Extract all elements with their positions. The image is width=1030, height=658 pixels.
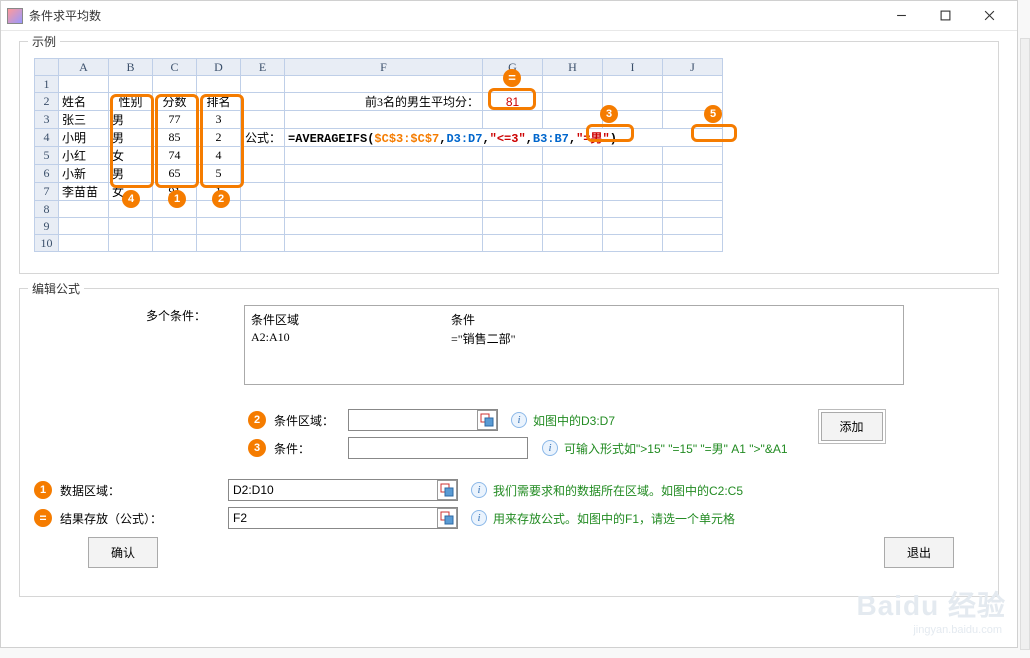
formula-arg: "<=3": [490, 132, 526, 146]
cell-result[interactable]: 81: [483, 93, 543, 111]
cell[interactable]: 1: [197, 183, 241, 201]
cell[interactable]: 小红: [59, 147, 109, 165]
col-header[interactable]: G: [483, 59, 543, 76]
result-input[interactable]: [228, 507, 458, 529]
titlebar: 条件求平均数: [1, 1, 1017, 31]
result-label: 结果存放（公式）：: [60, 510, 220, 527]
maximize-button[interactable]: [923, 2, 967, 30]
cond-range-input[interactable]: [348, 409, 498, 431]
cell[interactable]: 5: [197, 165, 241, 183]
result-hint: 用来存放公式。如图中的F1，请选一个单元格: [493, 510, 735, 527]
col-header[interactable]: E: [241, 59, 285, 76]
cell[interactable]: 74: [153, 147, 197, 165]
cell[interactable]: 3: [197, 111, 241, 129]
range-picker-icon[interactable]: [437, 508, 457, 528]
formula-prefix: =AVERAGEIFS(: [288, 132, 374, 146]
info-icon: i: [471, 482, 487, 498]
cell[interactable]: 男: [109, 111, 153, 129]
col-header[interactable]: D: [197, 59, 241, 76]
col-header[interactable]: B: [109, 59, 153, 76]
info-icon: i: [471, 510, 487, 526]
data-range-hint: 我们需要求和的数据所在区域。如图中的C2:C5: [493, 482, 743, 499]
add-button[interactable]: 添加: [821, 412, 883, 441]
cond-range-label: 条件区域：: [274, 412, 340, 429]
listbox-cell: ="销售二部": [451, 329, 651, 348]
col-header[interactable]: A: [59, 59, 109, 76]
listbox-header: 条件区域: [251, 310, 451, 329]
formula-arg: $C$3:$C$7: [374, 132, 439, 146]
range-picker-icon[interactable]: [437, 480, 457, 500]
badge-2: 2: [248, 411, 266, 429]
formula-cell[interactable]: =AVERAGEIFS($C$3:$C$7,D3:D7,"<=3",B3:B7,…: [285, 129, 723, 147]
confirm-button[interactable]: 确认: [88, 537, 158, 568]
col-header[interactable]: J: [663, 59, 723, 76]
data-range-label: 数据区域：: [60, 482, 220, 499]
cell[interactable]: 女: [109, 147, 153, 165]
formula-suffix: ): [610, 132, 617, 146]
cell[interactable]: 2: [197, 129, 241, 147]
cell[interactable]: 4: [197, 147, 241, 165]
col-header[interactable]: I: [603, 59, 663, 76]
data-range-input[interactable]: [228, 479, 458, 501]
cell[interactable]: 张三: [59, 111, 109, 129]
info-icon: i: [542, 440, 558, 456]
conditions-listbox[interactable]: 条件区域 条件 A2:A10 ="销售二部": [244, 305, 904, 385]
cell[interactable]: 姓名: [59, 93, 109, 111]
window-title: 条件求平均数: [29, 7, 879, 24]
example-spreadsheet[interactable]: A B C D E F G H I J 1 2 姓名 性别: [34, 58, 723, 252]
badge-3: 3: [248, 439, 266, 457]
right-strip: [1020, 38, 1030, 650]
example-fieldset: 示例 A B C D E F G H I J: [19, 41, 999, 274]
cell[interactable]: 91: [153, 183, 197, 201]
cell[interactable]: 男: [109, 129, 153, 147]
cond-input[interactable]: [348, 437, 528, 459]
cell[interactable]: 性别: [109, 93, 153, 111]
cell[interactable]: 前3名的男生平均分：: [285, 93, 483, 111]
cond-label: 条件：: [274, 440, 340, 457]
cell[interactable]: 85: [153, 129, 197, 147]
cell[interactable]: 男: [109, 165, 153, 183]
cell[interactable]: 65: [153, 165, 197, 183]
formula-arg: D3:D7: [446, 132, 482, 146]
info-icon: i: [511, 412, 527, 428]
cell[interactable]: 公式：: [241, 129, 285, 147]
exit-button[interactable]: 退出: [884, 537, 954, 568]
cell[interactable]: 小新: [59, 165, 109, 183]
cond-range-hint: 如图中的D3:D7: [533, 412, 615, 429]
app-icon: [7, 8, 23, 24]
listbox-row[interactable]: A2:A10 ="销售二部": [251, 329, 897, 348]
cell[interactable]: 排名: [197, 93, 241, 111]
range-picker-icon[interactable]: [477, 410, 497, 430]
formula-arg: "=男": [576, 132, 610, 146]
badge-eq: =: [34, 509, 52, 527]
minimize-button[interactable]: [879, 2, 923, 30]
multi-cond-label: 多个条件：: [146, 309, 206, 323]
edit-legend: 编辑公式: [28, 280, 84, 297]
formula-arg: B3:B7: [533, 132, 569, 146]
cell[interactable]: 77: [153, 111, 197, 129]
col-header[interactable]: C: [153, 59, 197, 76]
example-legend: 示例: [28, 33, 60, 50]
listbox-header: 条件: [451, 310, 651, 329]
cell[interactable]: 分数: [153, 93, 197, 111]
listbox-cell: A2:A10: [251, 329, 451, 348]
cell[interactable]: 女: [109, 183, 153, 201]
edit-fieldset: 编辑公式 多个条件： 条件区域 条件 A2:A10 ="销售二部": [19, 288, 999, 597]
badge-1: 1: [34, 481, 52, 499]
col-header[interactable]: F: [285, 59, 483, 76]
cond-hint: 可输入形式如">15" "=15" "=男" A1 ">"&A1: [564, 440, 788, 457]
col-header[interactable]: H: [543, 59, 603, 76]
cell[interactable]: 小明: [59, 129, 109, 147]
close-button[interactable]: [967, 2, 1011, 30]
cell[interactable]: 李苗苗: [59, 183, 109, 201]
